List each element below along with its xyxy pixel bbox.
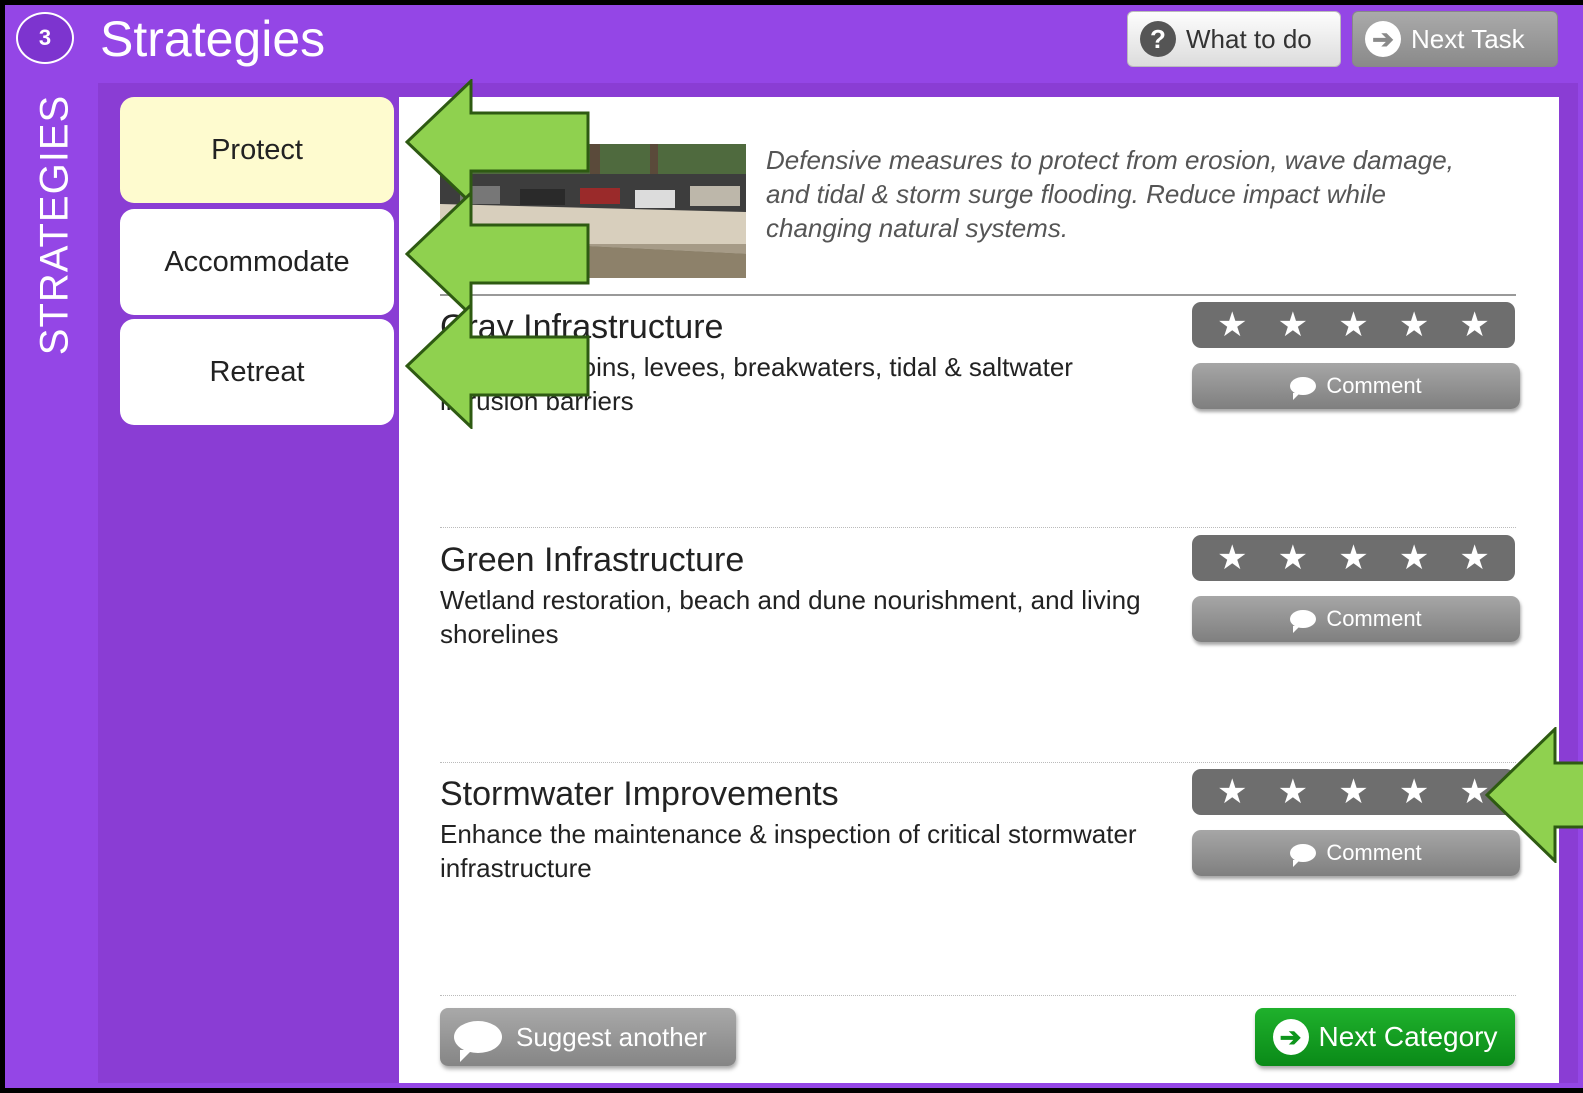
strategy-item: Gray Infrastructure Seawalls, groins, le… (440, 302, 1530, 468)
intro-divider (440, 294, 1516, 296)
main-panel: Protect Accommodate Retreat Defensive me… (98, 83, 1578, 1083)
strategy-divider (440, 762, 1516, 763)
comment-label: Comment (1326, 840, 1422, 865)
suggest-label: Suggest another (516, 1021, 707, 1052)
star-icon[interactable]: ★ (1338, 775, 1368, 809)
star-icon[interactable]: ★ (1399, 308, 1429, 342)
comment-button[interactable]: Comment (1192, 363, 1520, 409)
app-frame: 3 Strategies ? What to do ➔ Next Task ST… (5, 5, 1583, 1088)
strategy-divider (440, 527, 1516, 528)
comment-button[interactable]: Comment (1192, 596, 1520, 642)
next-category-button[interactable]: ➔ Next Category (1255, 1008, 1515, 1066)
star-rating: ★ ★ ★ ★ ★ (1192, 769, 1515, 815)
next-task-label: Next Task (1411, 23, 1525, 54)
category-label: Protect (211, 133, 303, 166)
category-intro-text: Defensive measures to protect from erosi… (766, 145, 1454, 243)
category-protect[interactable]: Protect (120, 97, 394, 203)
speech-bubble-icon (1290, 844, 1317, 867)
star-icon[interactable]: ★ (1399, 775, 1429, 809)
star-rating: ★ ★ ★ ★ ★ (1192, 302, 1515, 348)
what-to-do-label: What to do (1186, 23, 1312, 54)
step-number-badge: 3 (16, 12, 74, 64)
category-accommodate[interactable]: Accommodate (120, 209, 394, 315)
page-title: Strategies (100, 11, 326, 67)
star-icon[interactable]: ★ (1399, 541, 1429, 575)
next-category-label: Next Category (1318, 1021, 1498, 1052)
star-icon[interactable]: ★ (1217, 541, 1247, 575)
annotation-arrow-icon (1485, 727, 1583, 863)
category-retreat[interactable]: Retreat (120, 319, 394, 425)
star-icon[interactable]: ★ (1217, 775, 1247, 809)
what-to-do-button[interactable]: ? What to do (1127, 11, 1341, 67)
suggest-another-button[interactable]: Suggest another (440, 1008, 736, 1066)
strategy-item: Stormwater Improvements Enhance the main… (440, 769, 1530, 935)
star-icon[interactable]: ★ (1278, 308, 1308, 342)
star-icon[interactable]: ★ (1459, 308, 1489, 342)
strategy-item: Green Infrastructure Wetland restoration… (440, 535, 1530, 701)
annotation-arrow-icon (405, 79, 590, 205)
star-icon[interactable]: ★ (1278, 541, 1308, 575)
strategy-description: Wetland restoration, beach and dune nour… (440, 585, 1141, 649)
speech-bubble-icon (1290, 377, 1317, 400)
speech-bubble-icon (454, 1021, 502, 1062)
star-rating: ★ ★ ★ ★ ★ (1192, 535, 1515, 581)
category-label: Accommodate (164, 245, 350, 278)
comment-button[interactable]: Comment (1192, 830, 1520, 876)
section-vertical-label: STRATEGIES (25, 95, 85, 355)
strategy-title: Green Infrastructure (440, 541, 745, 579)
next-task-button[interactable]: ➔ Next Task (1352, 11, 1558, 67)
annotation-arrow-icon (405, 191, 590, 317)
star-icon[interactable]: ★ (1217, 308, 1247, 342)
arrow-right-icon: ➔ (1272, 1019, 1309, 1055)
arrow-right-icon: ➔ (1365, 21, 1401, 57)
footer-divider (440, 995, 1516, 996)
annotation-arrow-icon (405, 303, 590, 429)
comment-label: Comment (1326, 373, 1422, 398)
strategy-title: Stormwater Improvements (440, 775, 839, 813)
star-icon[interactable]: ★ (1338, 541, 1368, 575)
question-icon: ? (1140, 21, 1176, 57)
comment-label: Comment (1326, 606, 1422, 631)
strategy-description: Enhance the maintenance & inspection of … (440, 819, 1137, 883)
speech-bubble-icon (1290, 610, 1317, 633)
category-label: Retreat (209, 355, 305, 388)
star-icon[interactable]: ★ (1459, 541, 1489, 575)
section-vertical-label-text: STRATEGIES (32, 94, 77, 356)
star-icon[interactable]: ★ (1338, 308, 1368, 342)
star-icon[interactable]: ★ (1278, 775, 1308, 809)
